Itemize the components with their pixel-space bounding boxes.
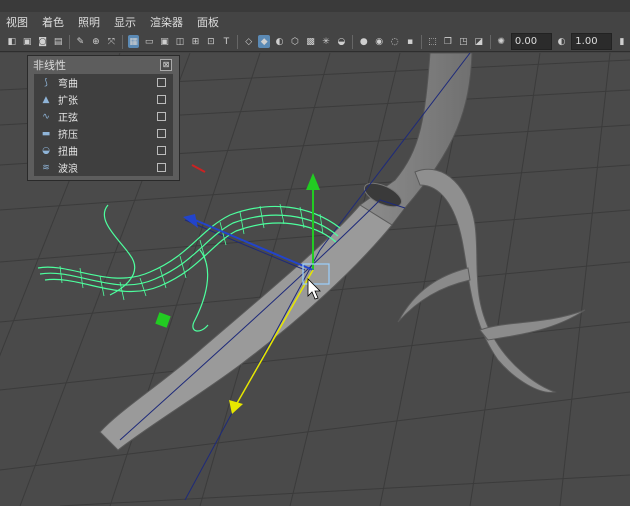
list-item-label: 弯曲 bbox=[58, 79, 78, 90]
xray-joints-icon[interactable]: ◳ bbox=[458, 35, 469, 48]
list-item-bend[interactable]: ⟆ 弯曲 bbox=[34, 74, 173, 91]
default-material-icon[interactable]: ◐ bbox=[274, 35, 285, 48]
shadows-icon[interactable]: ◒ bbox=[336, 35, 347, 48]
option-box[interactable] bbox=[157, 95, 166, 104]
pan-zoom-icon[interactable]: ⤧ bbox=[106, 35, 117, 48]
toolbar-separator bbox=[420, 34, 422, 49]
list-item-label: 扩张 bbox=[58, 96, 78, 107]
grease-pencil-icon[interactable]: ✎ bbox=[75, 35, 86, 48]
bookmark-icon[interactable]: ◙ bbox=[37, 35, 48, 48]
wireframe-icon[interactable]: ◇ bbox=[243, 35, 254, 48]
list-item-twist[interactable]: ◒ 扭曲 bbox=[34, 142, 173, 159]
list-item-wave[interactable]: ≋ 波浪 bbox=[34, 159, 173, 176]
root-branch-2 bbox=[479, 309, 586, 341]
deformer-list: ⟆ 弯曲 ▲ 扩张 ∿ 正弦 ▬ 挤压 ◒ 扭曲 ≋ 波浪 bbox=[34, 74, 173, 176]
camera-select-icon[interactable]: ◧ bbox=[6, 35, 17, 48]
panel-title: 非线性 ⊠ bbox=[28, 56, 179, 74]
toolbar-separator bbox=[352, 34, 354, 49]
list-item-label: 波浪 bbox=[58, 164, 78, 175]
panel-menu-bar: 视图 着色 照明 显示 渲染器 面板 bbox=[0, 12, 630, 32]
menu-panels[interactable]: 面板 bbox=[197, 14, 219, 30]
gate-mask-icon[interactable]: ◫ bbox=[174, 35, 185, 48]
camera-attr-icon[interactable]: ▣ bbox=[21, 35, 32, 48]
flare-icon: ▲ bbox=[42, 94, 50, 105]
xray-components-icon[interactable]: ◪ bbox=[473, 35, 484, 48]
safe-title-icon[interactable]: T bbox=[221, 35, 232, 48]
nonlinear-shelf-panel: 非线性 ⊠ ⟆ 弯曲 ▲ 扩张 ∿ 正弦 ▬ 挤压 ◒ 扭曲 ≋ 波浪 bbox=[27, 55, 180, 181]
screen-space-ao-icon[interactable]: ● bbox=[358, 35, 369, 48]
exposure-icon[interactable]: ✺ bbox=[495, 35, 506, 48]
close-icon[interactable]: ⊠ bbox=[160, 59, 172, 71]
field-chart-icon[interactable]: ⊞ bbox=[190, 35, 201, 48]
menu-show[interactable]: 显示 bbox=[114, 14, 136, 30]
menu-renderer[interactable]: 渲染器 bbox=[150, 14, 183, 30]
xray-icon[interactable]: ❐ bbox=[442, 35, 453, 48]
option-box[interactable] bbox=[157, 78, 166, 87]
menu-lighting[interactable]: 照明 bbox=[78, 14, 100, 30]
resolution-gate-icon[interactable]: ▣ bbox=[159, 35, 170, 48]
toolbar-separator bbox=[68, 34, 70, 49]
panel-toolbar: ◧ ▣ ◙ ▤ ✎ ⊕ ⤧ ▦ ▭ ▣ ◫ ⊞ ⊡ T ◇ ◆ ◐ ⬡ ▩ ✳ … bbox=[0, 32, 630, 52]
wave-icon: ≋ bbox=[42, 162, 50, 173]
option-box[interactable] bbox=[157, 129, 166, 138]
squash-icon: ▬ bbox=[41, 128, 51, 139]
list-item-flare[interactable]: ▲ 扩张 bbox=[34, 91, 173, 108]
top-strip bbox=[0, 0, 630, 12]
textured-icon[interactable]: ▩ bbox=[305, 35, 316, 48]
bend-icon: ⟆ bbox=[44, 77, 48, 88]
panel-title-label: 非线性 bbox=[33, 59, 66, 72]
menu-shading[interactable]: 着色 bbox=[42, 14, 64, 30]
lights-icon[interactable]: ✳ bbox=[320, 35, 331, 48]
sine-icon: ∿ bbox=[42, 111, 50, 122]
smooth-shade-icon[interactable]: ◆ bbox=[258, 35, 270, 48]
list-item-sine[interactable]: ∿ 正弦 bbox=[34, 108, 173, 125]
multisample-aa-icon[interactable]: ◌ bbox=[389, 35, 400, 48]
depth-of-field-icon[interactable]: ▪ bbox=[404, 35, 415, 48]
gamma-icon[interactable]: ◐ bbox=[556, 35, 567, 48]
snap-icon[interactable]: ⊕ bbox=[90, 35, 101, 48]
toolbar-separator bbox=[237, 34, 238, 49]
motion-blur-icon[interactable]: ◉ bbox=[373, 35, 384, 48]
root-branch-3 bbox=[397, 267, 471, 323]
safe-action-icon[interactable]: ⊡ bbox=[205, 35, 216, 48]
list-item-squash[interactable]: ▬ 挤压 bbox=[34, 125, 173, 142]
gamma-field[interactable] bbox=[571, 33, 613, 50]
wireframe-on-shaded-icon[interactable]: ⬡ bbox=[289, 35, 300, 48]
option-box[interactable] bbox=[157, 146, 166, 155]
grid-toggle-icon[interactable]: ▦ bbox=[127, 35, 140, 48]
toolbar-separator bbox=[122, 34, 123, 49]
option-box[interactable] bbox=[157, 112, 166, 121]
isolate-select-icon[interactable]: ⬚ bbox=[427, 35, 438, 48]
image-plane-icon[interactable]: ▤ bbox=[52, 35, 63, 48]
color-management-icon[interactable]: ▮ bbox=[616, 35, 627, 48]
film-gate-icon[interactable]: ▭ bbox=[143, 35, 154, 48]
twist-icon: ◒ bbox=[42, 145, 50, 156]
exposure-field[interactable] bbox=[510, 33, 552, 50]
list-item-label: 扭曲 bbox=[58, 147, 78, 158]
toolbar-separator bbox=[489, 34, 491, 49]
list-item-label: 挤压 bbox=[58, 130, 78, 141]
menu-view[interactable]: 视图 bbox=[6, 14, 28, 30]
option-box[interactable] bbox=[157, 163, 166, 172]
list-item-label: 正弦 bbox=[58, 113, 78, 124]
